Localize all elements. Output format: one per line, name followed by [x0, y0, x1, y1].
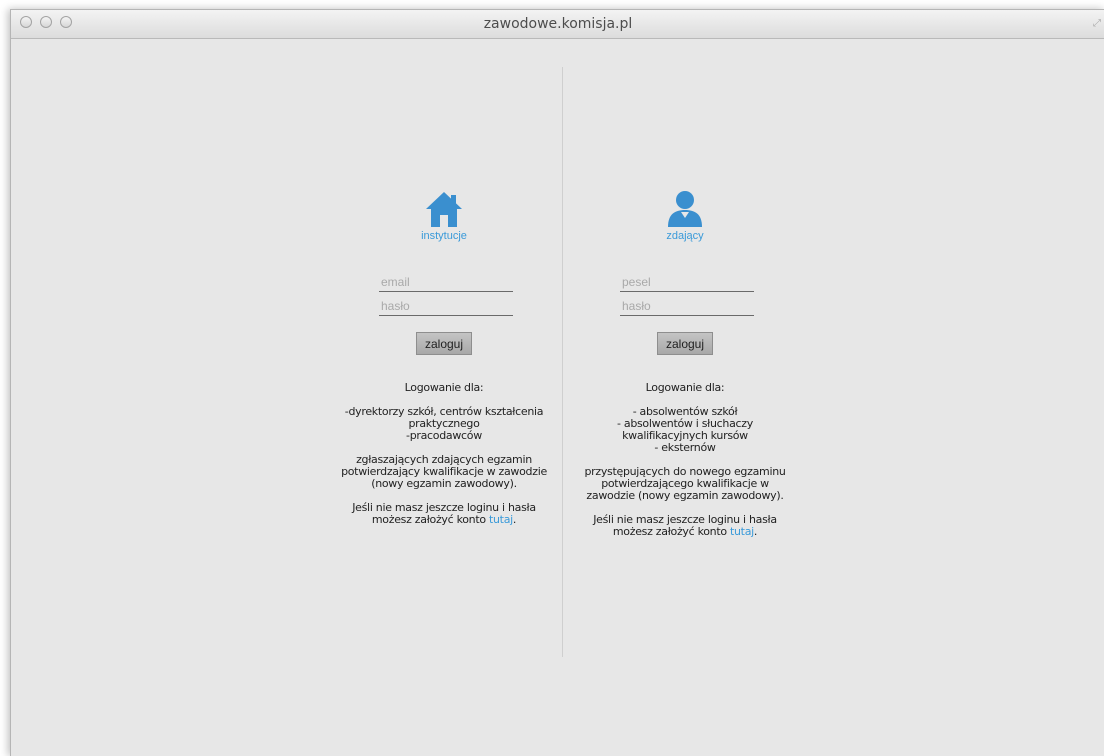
- info-roles: -dyrektorzy szkół, centrów kształcenia p…: [344, 405, 544, 442]
- fullscreen-icon[interactable]: ⤢: [1093, 18, 1101, 29]
- browser-window: zawodowe.komisja.pl ⤢ instytucje zaloguj…: [10, 9, 1104, 756]
- institutions-label: instytucje: [421, 230, 467, 242]
- candidates-label: zdający: [666, 230, 704, 242]
- password-field[interactable]: [379, 296, 513, 316]
- house-icon: [424, 190, 464, 228]
- candidates-info: Logowanie dla: - absolwentów szkół - abs…: [555, 382, 815, 550]
- signup-link[interactable]: tutaj: [489, 513, 513, 526]
- info-signup: Jeśli nie masz jeszcze loginu i hasła mo…: [593, 513, 777, 538]
- info-intro: Logowanie dla:: [404, 381, 484, 394]
- user-icon: [665, 190, 705, 228]
- institutions-info: Logowanie dla: -dyrektorzy szkół, centró…: [314, 382, 574, 538]
- window-title: zawodowe.komisja.pl: [483, 16, 633, 32]
- signup-link[interactable]: tutaj: [730, 525, 754, 538]
- candidates-login-button[interactable]: zaloguj: [657, 332, 713, 355]
- info-intro: Logowanie dla:: [645, 381, 725, 394]
- column-divider: [562, 67, 563, 657]
- info-description: zgłaszających zdających egzamin potwierd…: [341, 453, 547, 490]
- password-field[interactable]: [620, 296, 754, 316]
- institutions-login-button[interactable]: zaloguj: [416, 332, 472, 355]
- info-description: przystępujących do nowego egzaminu potwi…: [584, 465, 786, 502]
- info-roles: - absolwentów szkół - absolwentów i słuc…: [617, 405, 753, 454]
- page-content: instytucje zaloguj Logowanie dla: -dyrek…: [11, 39, 1104, 756]
- title-bar: zawodowe.komisja.pl ⤢: [11, 10, 1104, 39]
- info-signup: Jeśli nie masz jeszcze loginu i hasła mo…: [352, 501, 536, 526]
- email-field[interactable]: [379, 272, 513, 292]
- pesel-field[interactable]: [620, 272, 754, 292]
